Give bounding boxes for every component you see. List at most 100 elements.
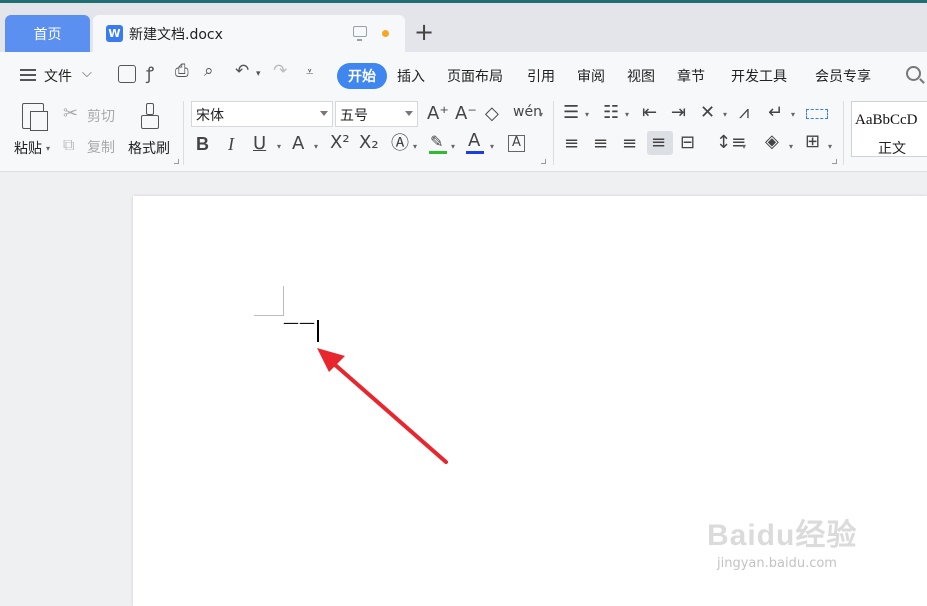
document-title: 新建文档.docx — [129, 26, 223, 43]
brush-icon — [140, 103, 160, 131]
window-accent-line — [0, 0, 927, 3]
phonetic-dropdown-icon[interactable]: ▾ — [539, 110, 543, 119]
shrink-font-icon[interactable]: A⁻ — [455, 104, 477, 124]
customize-toolbar-icon[interactable]: ⩡ — [306, 65, 313, 80]
clipboard-group-launcher[interactable] — [174, 159, 179, 164]
monitor-icon[interactable] — [353, 26, 367, 41]
format-painter-label: 格式刷 — [128, 141, 170, 157]
align-justify-button[interactable]: ≡ — [647, 131, 673, 155]
char-border-icon[interactable]: A — [508, 135, 525, 152]
print-preview-icon[interactable]: ⌕ — [204, 61, 214, 81]
phonetic-guide-icon[interactable]: wén — [513, 102, 542, 122]
copy-icon: ⧉ — [63, 135, 75, 154]
shading-icon[interactable]: ◈ — [765, 132, 779, 152]
unsaved-dot-icon — [382, 30, 389, 37]
paste-dropdown-icon[interactable]: ▾ — [46, 144, 50, 153]
divider — [183, 101, 184, 165]
shading-dropdown-icon[interactable]: ▾ — [789, 142, 793, 151]
divider — [843, 101, 844, 165]
tab-references[interactable]: 引用 — [527, 66, 555, 86]
menu-file[interactable]: 文件 — [44, 66, 72, 86]
numbered-dropdown-icon[interactable]: ▾ — [625, 110, 629, 119]
font-name-select[interactable]: 宋体 — [191, 101, 333, 127]
layout-dropdown-icon[interactable]: ▾ — [723, 110, 727, 119]
highlight-dropdown-icon[interactable]: ▾ — [451, 142, 455, 151]
numbered-list-icon[interactable]: ☷ — [603, 103, 619, 123]
show-marks-icon[interactable]: ↵ — [768, 103, 783, 123]
grow-font-icon[interactable]: A⁺ — [427, 104, 449, 124]
baidu-watermark: Baidu经验 jingyan.baidu.com — [707, 510, 877, 571]
red-arrow-annotation — [317, 348, 448, 464]
italic-icon[interactable]: I — [228, 134, 234, 154]
underline-dropdown-icon[interactable]: ▾ — [277, 142, 281, 151]
style-sample: AaBbCcD — [855, 112, 918, 128]
font-name-value: 宋体 — [196, 108, 224, 124]
tab-review[interactable]: 审阅 — [577, 66, 605, 86]
search-icon[interactable] — [906, 66, 921, 81]
margin-marker — [254, 315, 284, 316]
chevron-down-icon[interactable]: ⌵ — [82, 66, 92, 81]
line-spacing-dropdown-icon[interactable]: ▾ — [742, 142, 746, 151]
font-color-dropdown-icon[interactable]: ▾ — [490, 142, 494, 151]
marks-dropdown-icon[interactable]: ▾ — [791, 110, 795, 119]
bullet-list-icon[interactable]: ☰ — [563, 103, 579, 123]
table-grid-icon[interactable] — [806, 109, 828, 119]
outline-dropdown-icon[interactable]: ▾ — [413, 142, 417, 151]
decrease-indent-icon[interactable]: ⇤ — [642, 103, 657, 123]
export-pdf-icon[interactable]: ꝭ — [146, 61, 154, 84]
superscript-icon[interactable]: X² — [330, 133, 350, 153]
subscript-icon[interactable]: X₂ — [359, 133, 379, 153]
hamburger-menu-icon[interactable] — [20, 69, 36, 81]
highlight-icon[interactable]: ✎ — [430, 132, 443, 152]
bullet-dropdown-icon[interactable]: ▾ — [585, 110, 589, 119]
font-size-value: 五号 — [340, 108, 368, 124]
undo-dropdown-icon[interactable]: ▾ — [256, 69, 261, 79]
font-size-select[interactable]: 五号 — [335, 101, 418, 127]
word-doc-icon: W — [106, 25, 123, 42]
clear-format-icon[interactable]: ◇ — [485, 104, 499, 124]
chevron-down-icon — [320, 111, 328, 116]
chevron-down-icon — [405, 111, 413, 116]
bold-icon[interactable]: B — [196, 134, 209, 154]
text-outline-icon[interactable]: Ⓐ — [391, 134, 409, 154]
tab-document[interactable]: W 新建文档.docx — [93, 15, 405, 52]
font-color-icon[interactable]: A — [468, 131, 480, 151]
new-tab-button[interactable]: + — [414, 20, 434, 44]
paragraph-group-launcher[interactable] — [832, 159, 837, 164]
clipboard-sheet-icon — [30, 111, 48, 131]
tab-home[interactable]: 首页 — [5, 15, 90, 52]
undo-icon[interactable]: ↶ — [235, 61, 249, 81]
underline-icon[interactable]: U — [253, 134, 266, 154]
text-effect-icon[interactable]: A — [292, 134, 304, 154]
menu-bar: 文件 ⌵ ꝭ ⎙ ⌕ ↶ ▾ ↷ ⩡ 开始 插入 页面布局 引用 审阅 视图 章… — [0, 52, 927, 97]
copy-button[interactable]: 复制 — [87, 137, 115, 157]
increase-indent-icon[interactable]: ⇥ — [671, 103, 686, 123]
effect-dropdown-icon[interactable]: ▾ — [314, 142, 318, 151]
align-left-icon[interactable]: ≡ — [564, 134, 579, 154]
borders-icon[interactable]: ⊞ — [805, 132, 820, 152]
ribbon-start: 粘贴 ▾ ✂ 剪切 ⧉ 复制 格式刷 宋体 五号 A⁺ A⁻ ◇ wén ▾ B… — [0, 97, 927, 172]
save-icon[interactable] — [118, 65, 136, 83]
align-justify-icon: ≡ — [651, 132, 667, 153]
redo-icon[interactable]: ↷ — [273, 61, 287, 81]
print-icon[interactable]: ⎙ — [175, 61, 189, 81]
tab-insert[interactable]: 插入 — [397, 66, 425, 86]
chinese-layout-icon[interactable]: ✕ — [700, 103, 715, 123]
sort-icon[interactable]: ⩘ — [739, 103, 749, 123]
distributed-align-icon[interactable]: ⊟ — [680, 133, 695, 153]
tab-page-layout[interactable]: 页面布局 — [447, 66, 503, 86]
cut-button[interactable]: 剪切 — [87, 106, 115, 126]
style-normal[interactable]: AaBbCcD 正文 — [851, 101, 927, 157]
tab-member[interactable]: 会员专享 — [815, 66, 871, 86]
borders-dropdown-icon[interactable]: ▾ — [828, 142, 832, 151]
margin-marker — [283, 286, 284, 316]
tab-view[interactable]: 视图 — [627, 66, 655, 86]
align-center-icon[interactable]: ≡ — [593, 134, 608, 154]
highlight-color-swatch — [429, 151, 447, 154]
align-right-icon[interactable]: ≡ — [622, 134, 637, 154]
font-group-launcher[interactable] — [541, 159, 546, 164]
tab-developer-tools[interactable]: 开发工具 — [731, 66, 787, 86]
tab-start[interactable]: 开始 — [337, 63, 387, 89]
divider — [553, 101, 554, 165]
tab-chapter[interactable]: 章节 — [677, 66, 705, 86]
